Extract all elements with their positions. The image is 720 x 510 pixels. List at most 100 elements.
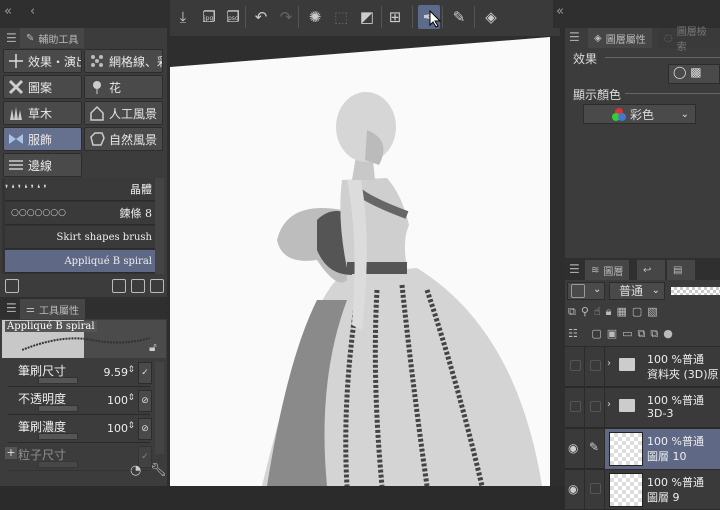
fill-button[interactable]: ◩ (356, 5, 378, 29)
import-icon[interactable] (112, 279, 126, 293)
pen-icon[interactable]: ✎ (589, 440, 599, 454)
category-button[interactable]: 效果・演出 (3, 49, 82, 73)
save-button[interactable]: ⤓ (172, 5, 194, 29)
property-value[interactable]: 100 (107, 422, 128, 435)
opacity-slider[interactable] (671, 287, 720, 295)
spinner-icon[interactable]: ⇕ (127, 393, 135, 403)
collapse-left-icon[interactable]: « (4, 4, 12, 19)
collapse-right-icon[interactable]: « (556, 4, 564, 19)
category-button[interactable]: 圖案 (3, 75, 82, 99)
loading-button[interactable]: ✺ (304, 5, 326, 29)
category-button[interactable]: 人工風景 (84, 101, 163, 125)
export-psd-button[interactable]: ❐ psd (222, 5, 244, 29)
undo-button[interactable]: ↶ (250, 5, 272, 29)
chevron-left-icon[interactable]: ‹ (30, 4, 35, 19)
effect-buttons[interactable]: ◯ ▩ (668, 64, 720, 84)
layer-search-icon: ◌ (664, 32, 673, 44)
chevron-down-icon: ⌄ (680, 108, 689, 120)
property-slider[interactable] (38, 377, 78, 384)
chevron-down-icon: ⌄ (593, 284, 602, 295)
reset-icon[interactable]: ◔ (130, 463, 141, 478)
category-button[interactable]: 邊線 (3, 153, 82, 177)
rock-icon (90, 132, 105, 146)
menu-icon[interactable]: ☰ (569, 30, 580, 44)
property-row[interactable]: 筆刷尺寸 9.59 ⇕ ✓ (8, 360, 152, 387)
brush-list-scrollbar[interactable] (155, 178, 164, 274)
expand-chevron-icon[interactable]: › (607, 399, 611, 410)
category-button[interactable]: 服飾 (3, 127, 82, 151)
loading-icon: ✺ (308, 8, 322, 26)
color-mode-dropdown[interactable]: ⌄ (567, 282, 605, 300)
left-panel-header: « ‹ (0, 0, 167, 28)
brush-item[interactable]: ○○○○○○○ 鍊條 8 (5, 202, 155, 225)
brush-item[interactable]: Skirt shapes brush (5, 226, 155, 249)
category-button[interactable]: 自然風景 (84, 127, 163, 151)
blend-mode-dropdown[interactable]: 普通 ⌄ (609, 282, 665, 300)
layer-row[interactable]: › 100 %普通 3D-3 (565, 388, 720, 428)
layer-row[interactable]: ◉ 100 %普通 圖層 9 (565, 470, 720, 510)
transform-button[interactable]: ⬚ (330, 5, 352, 29)
property-slider[interactable] (38, 405, 78, 412)
tab-layer[interactable]: ≋ 圖層 (585, 260, 630, 280)
tone-effect-icon[interactable]: ▩ (690, 65, 701, 79)
menu-icon[interactable]: ☰ (6, 31, 17, 45)
property-value[interactable]: 100 (107, 394, 128, 407)
layer-action-icons[interactable]: ☷ ▢▣▭⧉⧉● (568, 327, 720, 343)
eraser-button[interactable]: ◈ (480, 5, 502, 29)
duplicate-icon[interactable] (131, 279, 145, 293)
trash-icon[interactable] (150, 279, 164, 293)
wrench-icon[interactable]: 🔧︎ (150, 463, 167, 478)
tab-animation[interactable]: ▤ (667, 260, 695, 280)
property-value[interactable]: 9.59 (104, 366, 129, 379)
tab-layer-search[interactable]: ◌ 圖層檢索 (658, 27, 720, 53)
export-jpg-button[interactable]: ❐ jpg (198, 5, 220, 29)
lock-toggle[interactable] (590, 401, 601, 412)
unlock-icon[interactable]: 🔓︎ (149, 340, 157, 355)
toggle-icon[interactable]: ⊘ (138, 418, 152, 440)
spinner-icon[interactable]: ⇕ (127, 365, 135, 375)
lock-toggle[interactable] (590, 483, 601, 494)
spinner-icon[interactable]: ⇕ (127, 421, 135, 431)
category-button[interactable]: 網格線、彩 (84, 49, 163, 73)
layer-row[interactable]: ◉ ✎ 100 %普通 圖層 10 (565, 429, 720, 469)
perspective-grid-button[interactable]: ⊞ (384, 5, 406, 29)
properties-scrollbar[interactable] (155, 362, 164, 454)
sparkle-icon (9, 54, 23, 68)
pressure-icon[interactable]: ✓ (138, 362, 152, 384)
visibility-toggle[interactable] (570, 360, 581, 371)
redo-button[interactable]: ↷ (275, 5, 297, 29)
tab-history[interactable]: ↩ (637, 260, 665, 280)
pencil-button[interactable]: ✎ (448, 5, 470, 29)
brush-item[interactable]: ❜ ❛ ❜ ❛ ❜ ❛ ❜ 晶體 (5, 178, 155, 201)
tab-layer-property[interactable]: ◈ 圖層屬性 (588, 28, 652, 48)
display-color-label: 顯示顏色 (573, 88, 622, 102)
property-row[interactable]: 筆刷濃度 100 ⇕ ⊘ (8, 416, 152, 443)
canvas-area[interactable] (167, 0, 565, 486)
layer-row[interactable]: › 100 %普通 資料夾 (3D)原 (565, 347, 720, 387)
eye-icon[interactable]: ◉ (568, 482, 578, 496)
brush-item-selected[interactable]: Appliqué B spiral (5, 250, 155, 273)
toolbar-divider (245, 6, 246, 28)
display-color-dropdown[interactable]: 彩色 ⌄ (583, 104, 696, 124)
property-slider[interactable] (38, 461, 78, 468)
checkbox-icon[interactable] (5, 279, 19, 293)
eye-icon[interactable]: ◉ (568, 441, 578, 455)
menu-icon[interactable]: ☰ (569, 262, 580, 276)
property-row[interactable]: 不透明度 100 ⇕ ⊘ (8, 388, 152, 415)
property-slider[interactable] (38, 433, 78, 440)
canvas-drawing[interactable] (167, 0, 565, 486)
property-row[interactable]: 粒子尺寸 ✓ (8, 444, 152, 471)
border-effect-icon[interactable]: ◯ (673, 65, 686, 79)
lock-toggle[interactable] (590, 360, 601, 371)
mouse-cursor-icon (429, 10, 441, 28)
add-icon[interactable]: + (5, 447, 17, 459)
visibility-toggle[interactable] (570, 401, 581, 412)
category-button[interactable]: 花 (84, 75, 163, 99)
category-button[interactable]: 草木 (3, 101, 82, 125)
tab-aux-tools[interactable]: ✎ 輔助工具 (20, 28, 85, 48)
expand-chevron-icon[interactable]: › (607, 358, 611, 369)
tab-tool-property[interactable]: ⚌ 工具屬性 (20, 299, 85, 319)
toggle-icon[interactable]: ⊘ (138, 390, 152, 412)
layer-lock-icons[interactable]: ⧉⚲☝🔒︎▦▢▧ (568, 305, 720, 321)
menu-icon[interactable]: ☰ (6, 301, 17, 315)
